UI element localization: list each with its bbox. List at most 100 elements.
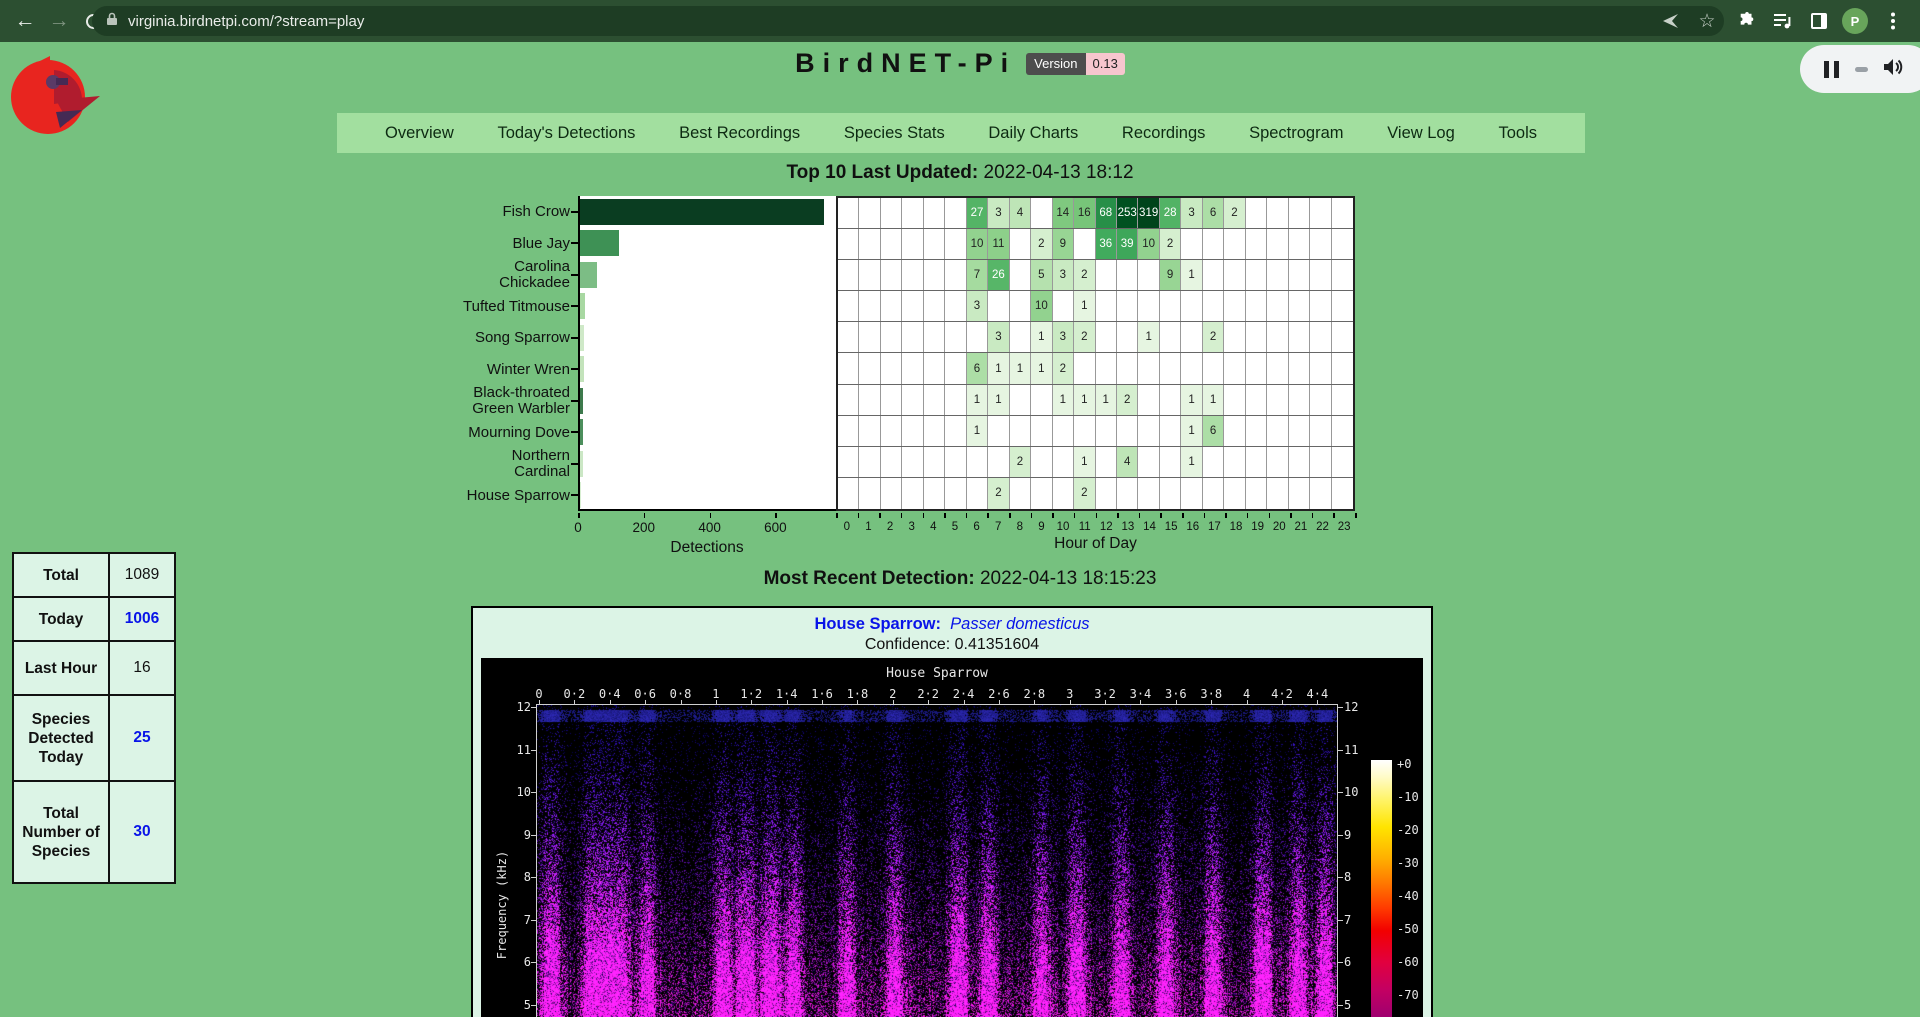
heat-row-song-sparrow: 313212 (838, 322, 1353, 353)
back-icon[interactable]: ← (8, 0, 42, 42)
spectrogram-axis-item: 0·8 (670, 687, 692, 701)
menu-dots-icon[interactable] (1880, 8, 1906, 34)
heat-cell (838, 385, 859, 415)
heat-cell: 1 (988, 385, 1009, 415)
heat-cell: 14 (1053, 198, 1074, 228)
heat-cell: 1 (1074, 291, 1095, 321)
heat-cell: 10 (1138, 229, 1159, 259)
spectrogram-axis-item (751, 700, 752, 704)
send-icon[interactable] (1658, 8, 1684, 34)
forward-icon[interactable]: → (42, 0, 76, 42)
nav-item-spectrogram[interactable]: Spectrogram (1249, 124, 1343, 143)
species-common-name[interactable]: House Sparrow: (814, 615, 941, 633)
heat-cell: 39 (1117, 229, 1138, 259)
heat-cell (1289, 385, 1310, 415)
heat-cell (1224, 353, 1245, 383)
nav-item-daily-charts[interactable]: Daily Charts (988, 124, 1078, 143)
hour-axis-label: Hour of Day (1054, 535, 1137, 553)
stat-value[interactable]: 1006 (110, 598, 174, 640)
heat-cell (1289, 260, 1310, 290)
spectrogram-axis-item (1176, 700, 1177, 704)
heat-cell (881, 198, 902, 228)
heat-cell (1310, 416, 1331, 446)
heat-cell (1138, 385, 1159, 415)
hour-axis-tick (1333, 513, 1335, 518)
heat-cell (1246, 322, 1267, 352)
heat-cell (1310, 478, 1331, 509)
spectrogram-title: House Sparrow (537, 666, 1337, 681)
spectrogram-axis-item: 4 (1243, 687, 1250, 701)
hour-axis-tick (1160, 513, 1162, 518)
stat-value[interactable]: 25 (110, 696, 174, 780)
hour-axis-number: 6 (973, 521, 979, 533)
heat-cell (902, 447, 923, 477)
heat-cell (1203, 353, 1224, 383)
spectrogram-axis-item (531, 920, 536, 921)
heat-cell (1031, 478, 1052, 509)
heat-cell (1246, 416, 1267, 446)
heat-cell (945, 291, 966, 321)
heat-cell: 3 (1053, 260, 1074, 290)
stat-value[interactable]: 30 (110, 782, 174, 882)
hour-axis-number: 2 (887, 521, 893, 533)
hour-axis-tick (987, 513, 989, 518)
spectrogram-axis-item: 10 (513, 785, 531, 799)
address-bar[interactable]: virginia.birdnetpi.com/?stream=play (92, 6, 1724, 36)
playlist-icon[interactable] (1770, 8, 1796, 34)
heat-cell (1310, 353, 1331, 383)
nav-item-best-recordings[interactable]: Best Recordings (679, 124, 800, 143)
heat-cell (1096, 478, 1117, 509)
bar-axis-tick (578, 513, 580, 518)
heat-cell (1267, 385, 1288, 415)
heat-cell: 1 (1181, 416, 1202, 446)
nav-item-recordings[interactable]: Recordings (1122, 124, 1205, 143)
spectrogram-axis-item: 11 (1344, 743, 1358, 757)
spectrogram-axis-item: 12 (1344, 700, 1358, 714)
heat-cell (838, 353, 859, 383)
confidence-line: Confidence: 0.41351604 (473, 636, 1431, 654)
hour-axis-tick (1225, 513, 1227, 518)
spectrogram-axis-item (1211, 700, 1212, 704)
side-panel-icon[interactable] (1806, 8, 1832, 34)
heat-cell (1332, 198, 1353, 228)
birdnetpi-dashboard: ← → virginia.birdnetpi.com/?stream=play … (0, 0, 1920, 1017)
species-label-mourning-dove: Mourning Dove (420, 425, 570, 441)
hour-axis-tick (1312, 513, 1314, 518)
spectrogram-axis-item: 1·8 (847, 687, 869, 701)
hour-axis-number: 1 (865, 521, 871, 533)
heat-cell (1267, 322, 1288, 352)
profile-avatar[interactable]: P (1842, 8, 1868, 34)
heat-cell (881, 291, 902, 321)
heat-cell: 1 (967, 385, 988, 415)
heat-cell (859, 260, 880, 290)
heat-cell (1031, 198, 1052, 228)
spectrogram-axis-item (539, 700, 540, 704)
heat-cell: 10 (967, 229, 988, 259)
spectrogram-axis-item: 3 (1066, 687, 1073, 701)
heat-cell (1160, 447, 1181, 477)
heat-cell (859, 198, 880, 228)
nav-item-view-log[interactable]: View Log (1387, 124, 1455, 143)
heat-cell: 4 (1117, 447, 1138, 477)
heat-cell (1224, 260, 1245, 290)
spectrogram-axis-item (531, 1005, 536, 1006)
heat-cell (945, 229, 966, 259)
extensions-icon[interactable] (1734, 8, 1760, 34)
nav-item-tools[interactable]: Tools (1498, 124, 1537, 143)
heat-cell (902, 385, 923, 415)
stat-row-species-detected-today: Species Detected Today25 (14, 696, 174, 782)
nav-item-today-s-detections[interactable]: Today's Detections (497, 124, 635, 143)
heat-cell (1332, 291, 1353, 321)
heat-cell (1138, 416, 1159, 446)
nav-item-species-stats[interactable]: Species Stats (844, 124, 945, 143)
colorbar-tick-label: -10 (1397, 790, 1419, 804)
nav-item-overview[interactable]: Overview (385, 124, 454, 143)
spectrogram-axis-item: 4·4 (1307, 687, 1329, 701)
spectrogram-axis-item (1338, 835, 1343, 836)
heat-cell (881, 229, 902, 259)
hour-axis-tick (1182, 513, 1184, 518)
bookmark-star-icon[interactable]: ☆ (1694, 8, 1720, 34)
hour-axis-number: 5 (952, 521, 958, 533)
spectrogram-axis-item (822, 700, 823, 704)
heat-cell (1289, 229, 1310, 259)
